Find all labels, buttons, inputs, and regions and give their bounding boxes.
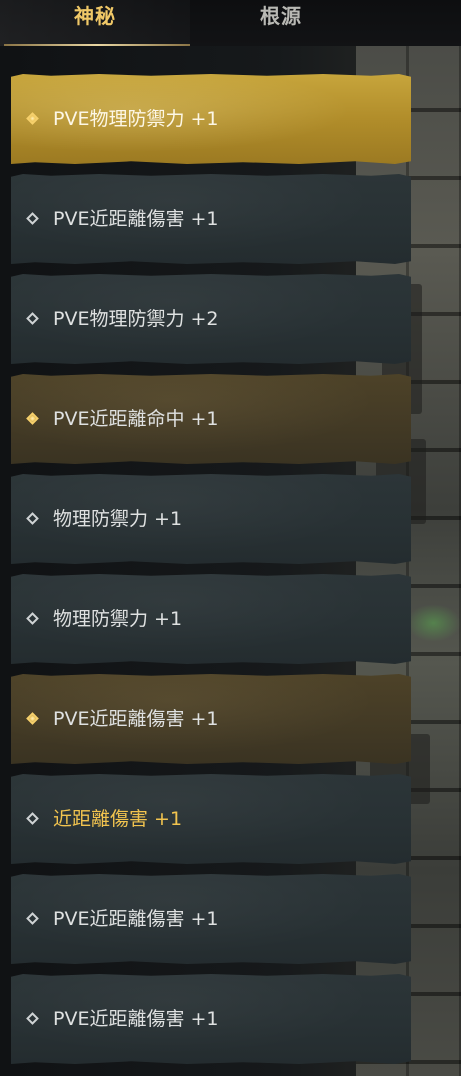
reward-row[interactable]: 近距離傷害 +1: [11, 774, 411, 864]
active-tab-underline: [4, 44, 190, 46]
reward-label: 近距離傷害 +1: [53, 808, 183, 830]
reward-label: 物理防禦力 +1: [53, 608, 183, 630]
reward-row[interactable]: PVE近距離傷害 +1: [11, 974, 411, 1064]
reward-row[interactable]: PVE物理防禦力 +1: [11, 74, 411, 164]
reward-row[interactable]: PVE近距離傷害 +1: [11, 174, 411, 264]
reward-row[interactable]: 物理防禦力 +1: [11, 474, 411, 564]
reward-row[interactable]: PVE近距離傷害 +1: [11, 674, 411, 764]
reward-row[interactable]: PVE近距離傷害 +1: [11, 874, 411, 964]
reward-label: PVE近距離傷害 +1: [53, 708, 219, 730]
diamond-icon: [26, 812, 39, 825]
diamond-icon: [26, 312, 39, 325]
reward-label: PVE近距離傷害 +1: [53, 208, 219, 230]
diamond-icon: [26, 612, 39, 625]
reward-label: PVE物理防禦力 +1: [53, 108, 219, 130]
diamond-icon: [26, 912, 39, 925]
tab-mystery-label: 神秘: [74, 4, 116, 28]
diamond-icon: [26, 512, 39, 525]
diamond-icon: [26, 212, 39, 225]
tab-origin-label: 根源: [260, 4, 302, 28]
tab-origin[interactable]: 根源: [190, 0, 372, 46]
tab-mystery[interactable]: 神秘: [0, 0, 190, 46]
diamond-icon: [26, 1012, 39, 1025]
reward-row[interactable]: 物理防禦力 +1: [11, 574, 411, 664]
diamond-icon: [26, 112, 39, 125]
reward-panel: 神秘 根源 PVE物理防禦力 +1 PVE近距離傷害 +1 PVE物理防禦力 +…: [0, 0, 461, 1076]
reward-row[interactable]: PVE物理防禦力 +2: [11, 274, 411, 364]
reward-label: PVE物理防禦力 +2: [53, 308, 219, 330]
moss-decoration: [406, 604, 461, 642]
reward-label: PVE近距離命中 +1: [53, 408, 219, 430]
diamond-icon: [26, 712, 39, 725]
reward-label: PVE近距離傷害 +1: [53, 908, 219, 930]
reward-label: PVE近距離傷害 +1: [53, 1008, 219, 1030]
diamond-icon: [26, 412, 39, 425]
reward-row[interactable]: PVE近距離命中 +1: [11, 374, 411, 464]
tab-bar: 神秘 根源: [0, 0, 461, 46]
reward-label: 物理防禦力 +1: [53, 508, 183, 530]
